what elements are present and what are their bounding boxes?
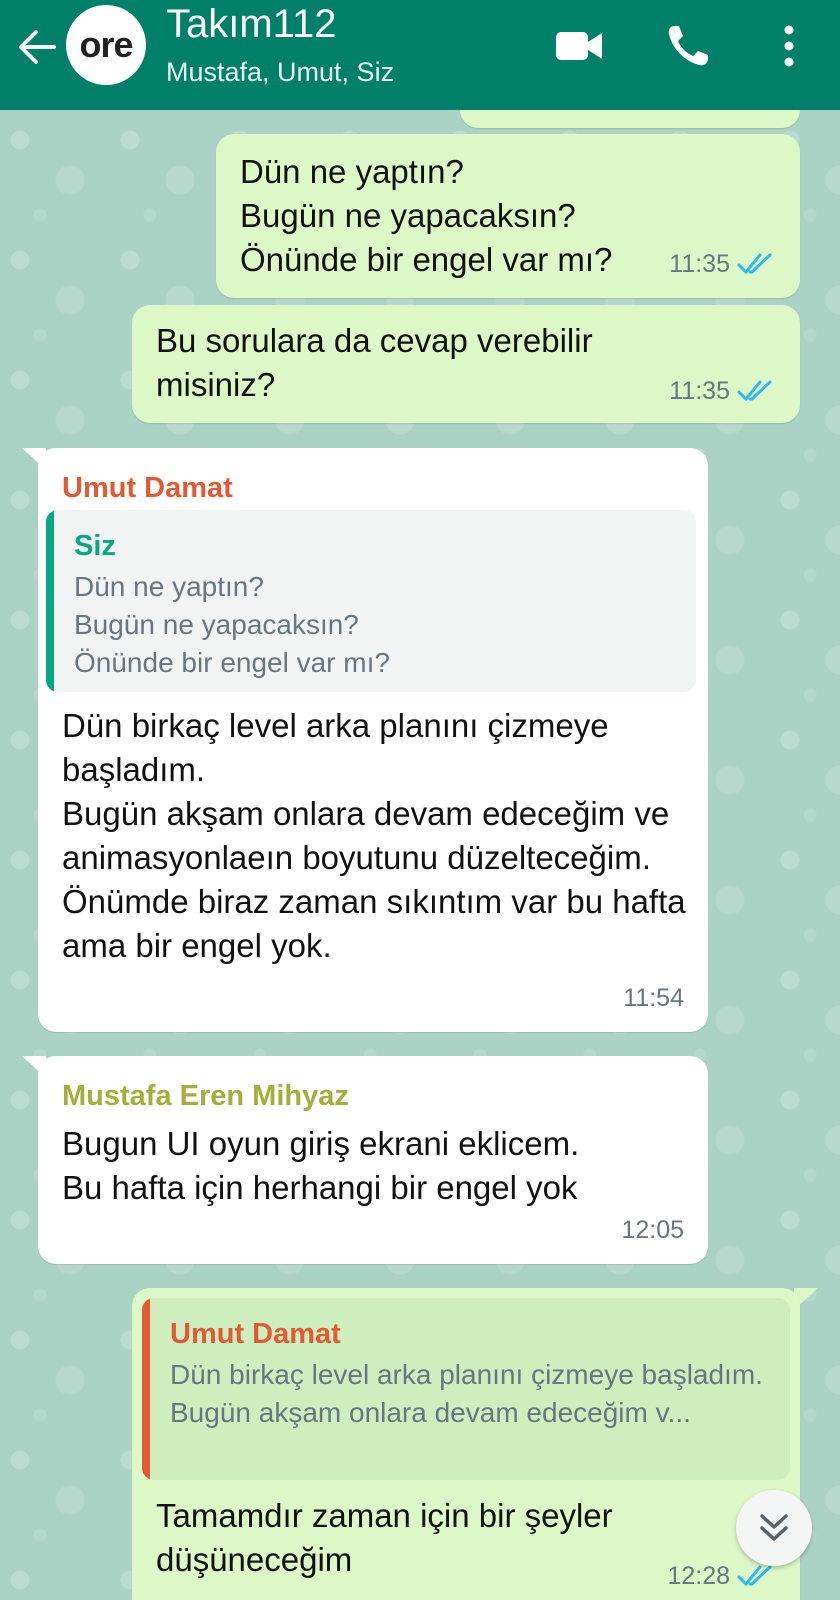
- quoted-message[interactable]: Siz Dün ne yaptın? Bugün ne yapacaksın? …: [46, 510, 696, 692]
- message-timestamp: 11:35: [669, 377, 730, 405]
- quoted-message[interactable]: Umut Damat Dün birkaç level arka planını…: [142, 1298, 790, 1480]
- quoted-text: Dün ne yaptın? Bugün ne yapacaksın? Önün…: [74, 571, 390, 678]
- quote-accent-bar: [46, 510, 54, 692]
- message-time: 11:35: [669, 369, 776, 413]
- message-bubble-outgoing[interactable]: Dün ne yaptın? Bugün ne yapacaksın? Önün…: [216, 134, 800, 298]
- message-time: 12:05: [621, 1208, 684, 1252]
- message-bubble-incoming[interactable]: Umut Damat Siz Dün ne yaptın? Bugün ne y…: [38, 448, 708, 1032]
- message-timestamp: 11:35: [669, 250, 730, 278]
- quote-accent-bar: [142, 1298, 150, 1480]
- double-check-icon: [737, 253, 772, 275]
- double-check-icon: [737, 380, 772, 402]
- quoted-text: Dün birkaç level arka planını çizmeye ba…: [170, 1359, 763, 1428]
- message-text: Dün birkaç level arka planını çizmeye ba…: [62, 707, 686, 964]
- message-timestamp: 12:05: [621, 1216, 684, 1244]
- message-bubble-outgoing[interactable]: Umut Damat Dün birkaç level arka planını…: [132, 1288, 800, 1600]
- scroll-to-bottom-button[interactable]: [736, 1490, 812, 1566]
- double-chevron-down-icon: [760, 1514, 788, 1541]
- video-call-icon[interactable]: [554, 26, 604, 66]
- message-timestamp: 12:28: [667, 1562, 730, 1590]
- message-bubble-incoming[interactable]: Mustafa Eren Mihyaz Bugun UI oyun giriş …: [38, 1056, 708, 1264]
- message-time: 11:35: [669, 242, 776, 286]
- message-timestamp: 11:54: [623, 984, 684, 1012]
- message-text: Tamamdır zaman için bir şeyler düşüneceğ…: [156, 1497, 613, 1578]
- back-arrow-icon[interactable]: [14, 24, 60, 70]
- message-bubble-outgoing[interactable]: Bu sorulara da cevap verebilir misiniz? …: [132, 305, 800, 423]
- more-vert-icon[interactable]: [774, 22, 804, 70]
- group-avatar[interactable]: ore: [66, 5, 146, 85]
- message-text: Bu sorulara da cevap verebilir misiniz?: [156, 322, 593, 403]
- phone-icon[interactable]: [664, 22, 712, 70]
- chat-title[interactable]: Takım112: [166, 2, 336, 47]
- sender-name[interactable]: Mustafa Eren Mihyaz: [62, 1074, 349, 1118]
- message-text: Dün ne yaptın? Bugün ne yapacaksın? Önün…: [240, 153, 613, 278]
- message-text: Bugun UI oyun giriş ekrani eklicem. Bu h…: [62, 1125, 580, 1206]
- quoted-sender: Umut Damat: [170, 1318, 341, 1350]
- chat-header: ore Takım112 Mustafa, Umut, Siz: [0, 0, 840, 110]
- chat-participants[interactable]: Mustafa, Umut, Siz: [166, 57, 394, 88]
- message-time: 11:54: [623, 976, 684, 1020]
- quoted-sender: Siz: [74, 530, 116, 562]
- double-check-icon: [737, 1565, 772, 1587]
- sender-name[interactable]: Umut Damat: [62, 466, 233, 510]
